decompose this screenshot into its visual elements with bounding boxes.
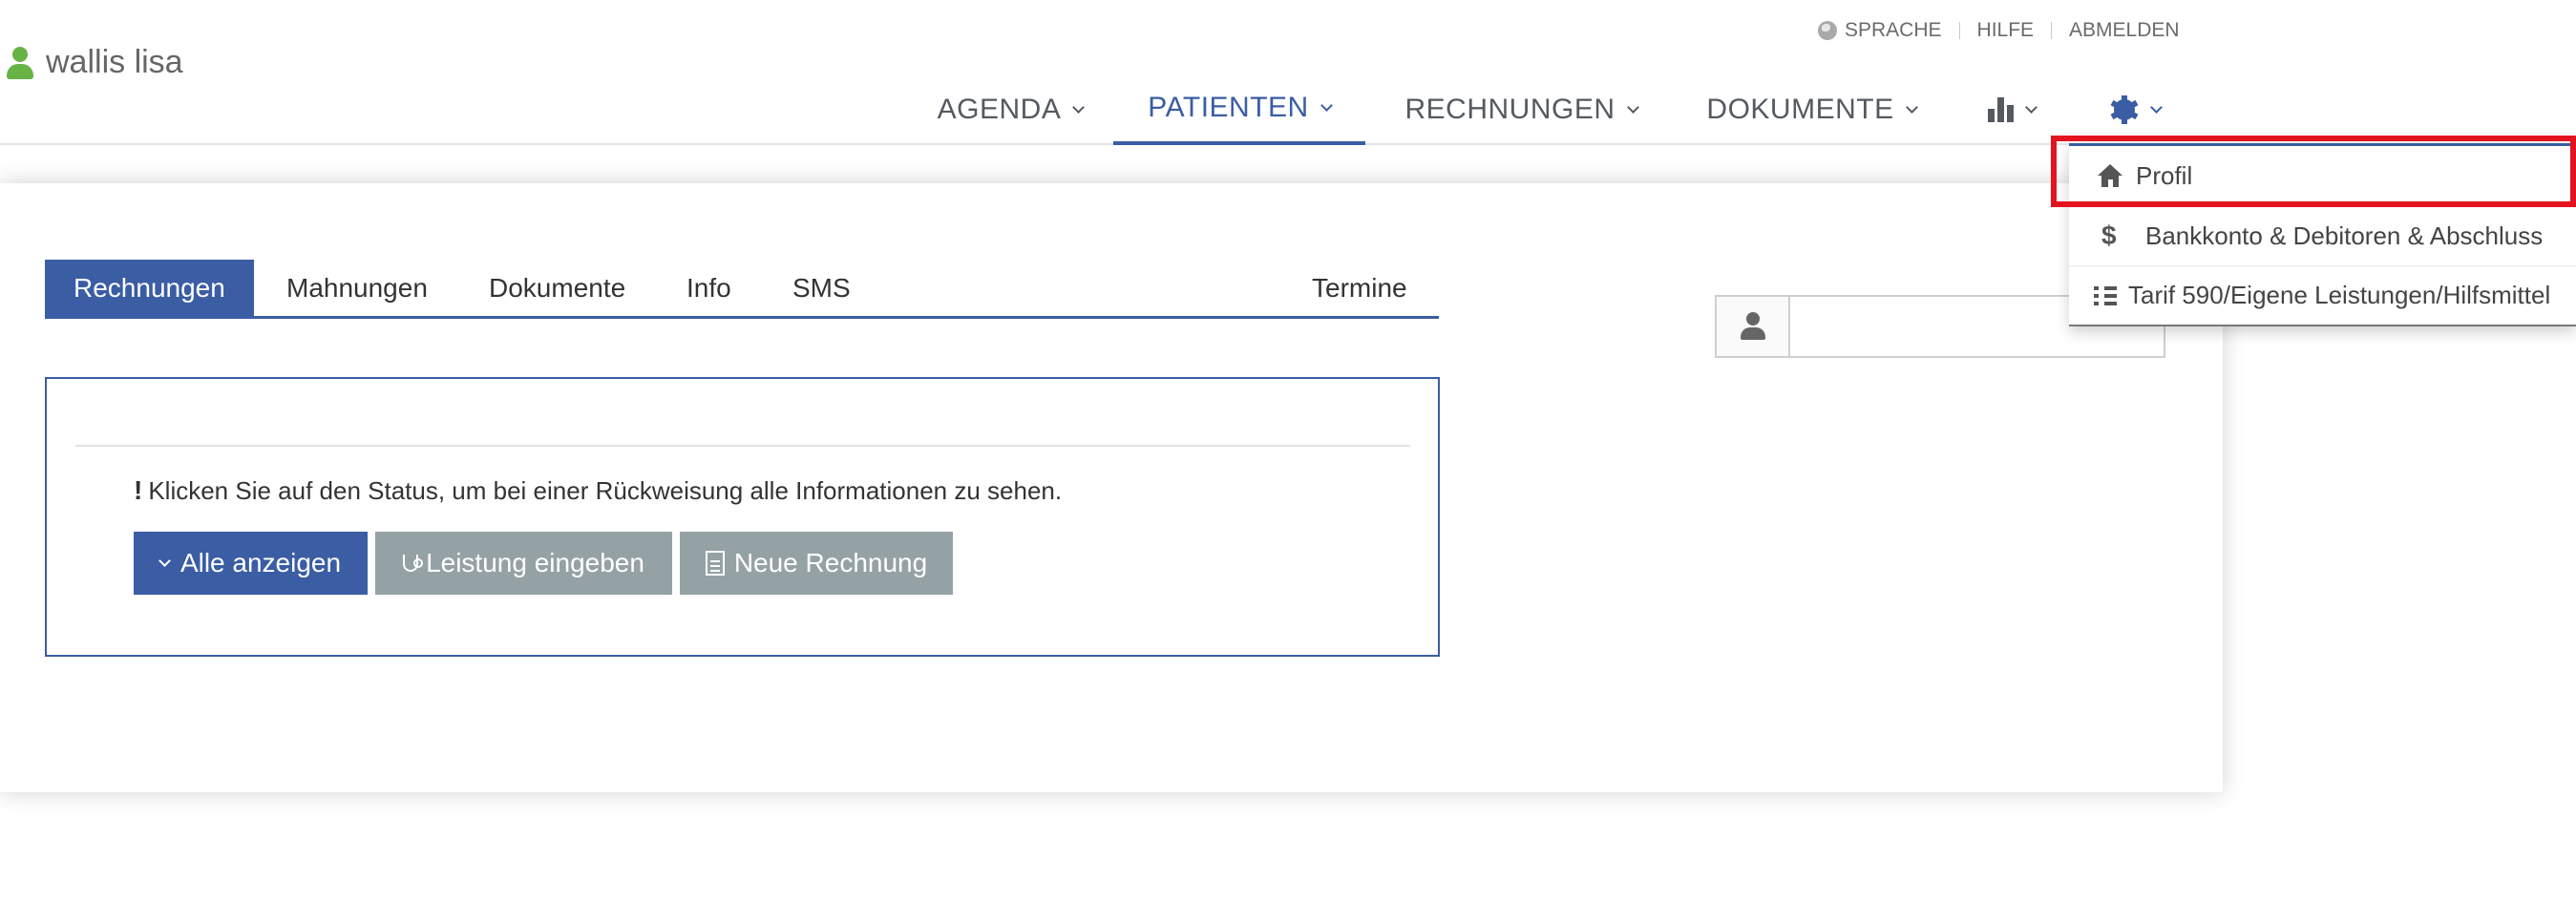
- document-icon: [705, 551, 725, 576]
- nav-settings[interactable]: [2101, 74, 2169, 145]
- user-icon: [1717, 297, 1790, 356]
- menu-item-label: Bankkonto & Debitoren & Abschluss: [2145, 220, 2544, 250]
- patient-tabs: Rechnungen Mahnungen Dokumente Info SMS …: [45, 260, 1439, 319]
- nav-patienten[interactable]: PATIENTEN: [1113, 74, 1365, 145]
- globe-icon: [1818, 21, 1837, 40]
- chevron-down-icon: [158, 554, 171, 567]
- nav-label: PATIENTEN: [1148, 92, 1309, 123]
- nav-label: AGENDA: [937, 94, 1062, 125]
- list-icon: [2094, 285, 2122, 305]
- dollar-icon: $: [2101, 220, 2117, 250]
- invoices-panel: ! Klicken Sie auf den Status, um bei ein…: [45, 377, 1440, 657]
- menu-item-tarif[interactable]: Tarif 590/Eigene Leistungen/Hilfsmittel: [2069, 266, 2576, 326]
- new-invoice-label: Neue Rechnung: [733, 548, 928, 578]
- settings-dropdown: Profil $ Bankkonto & Debitoren & Abschlu…: [2069, 143, 2576, 326]
- menu-item-label: Profil: [2136, 160, 2193, 190]
- divider: [75, 445, 1410, 447]
- nav-statistics[interactable]: [1978, 74, 2045, 145]
- chevron-down-icon: [2025, 100, 2038, 114]
- enter-service-button[interactable]: Leistung eingeben: [375, 532, 672, 595]
- new-invoice-button[interactable]: Neue Rechnung: [680, 532, 953, 595]
- language-link[interactable]: SPRACHE: [1845, 19, 1942, 42]
- info-note-text: Klicken Sie auf den Status, um bei einer…: [148, 475, 1063, 505]
- gear-icon: [2110, 95, 2139, 124]
- logout-link[interactable]: ABMELDEN: [2069, 19, 2180, 42]
- tab-info[interactable]: Info: [686, 260, 731, 316]
- exclamation-icon: !: [134, 475, 143, 505]
- info-note: ! Klicken Sie auf den Status, um bei ein…: [134, 475, 1062, 506]
- help-link[interactable]: HILFE: [1977, 19, 2035, 42]
- show-all-button[interactable]: Alle anzeigen: [134, 532, 368, 595]
- utility-links: SPRACHE HILFE ABMELDEN: [1818, 19, 2180, 42]
- show-all-label: Alle anzeigen: [179, 548, 342, 578]
- divider: [1958, 22, 1960, 39]
- nav-label: DOKUMENTE: [1706, 94, 1894, 125]
- menu-item-label: Tarif 590/Eigene Leistungen/Hilfsmittel: [2128, 281, 2551, 309]
- tab-mahnungen[interactable]: Mahnungen: [286, 260, 428, 316]
- tab-dokumente[interactable]: Dokumente: [489, 260, 625, 316]
- tab-rechnungen[interactable]: Rechnungen: [45, 260, 254, 316]
- chevron-down-icon: [2149, 100, 2163, 114]
- nav-label: RECHNUNGEN: [1404, 94, 1615, 125]
- enter-service-label: Leistung eingeben: [426, 548, 644, 578]
- home-icon: [2098, 164, 2128, 187]
- tab-termine[interactable]: Termine: [1312, 260, 1407, 316]
- chevron-down-icon: [1905, 100, 1918, 114]
- menu-item-bankkonto[interactable]: $ Bankkonto & Debitoren & Abschluss: [2069, 206, 2576, 266]
- chevron-down-icon: [1320, 98, 1333, 112]
- tab-sms[interactable]: SMS: [792, 260, 851, 316]
- main-nav: AGENDA PATIENTEN RECHNUNGEN DOKUMENTE: [0, 74, 2576, 145]
- bar-chart-icon: [1988, 97, 2014, 122]
- menu-item-profil[interactable]: Profil: [2069, 146, 2576, 206]
- chevron-down-icon: [1626, 100, 1639, 114]
- stethoscope-icon: [403, 555, 424, 572]
- nav-rechnungen[interactable]: RECHNUNGEN: [1400, 74, 1642, 145]
- chevron-down-icon: [1072, 100, 1086, 114]
- patient-card: Rechnungen Mahnungen Dokumente Info SMS …: [0, 183, 2223, 792]
- divider: [2051, 22, 2053, 39]
- nav-dokumente[interactable]: DOKUMENTE: [1701, 74, 1921, 145]
- nav-agenda[interactable]: AGENDA: [934, 74, 1087, 145]
